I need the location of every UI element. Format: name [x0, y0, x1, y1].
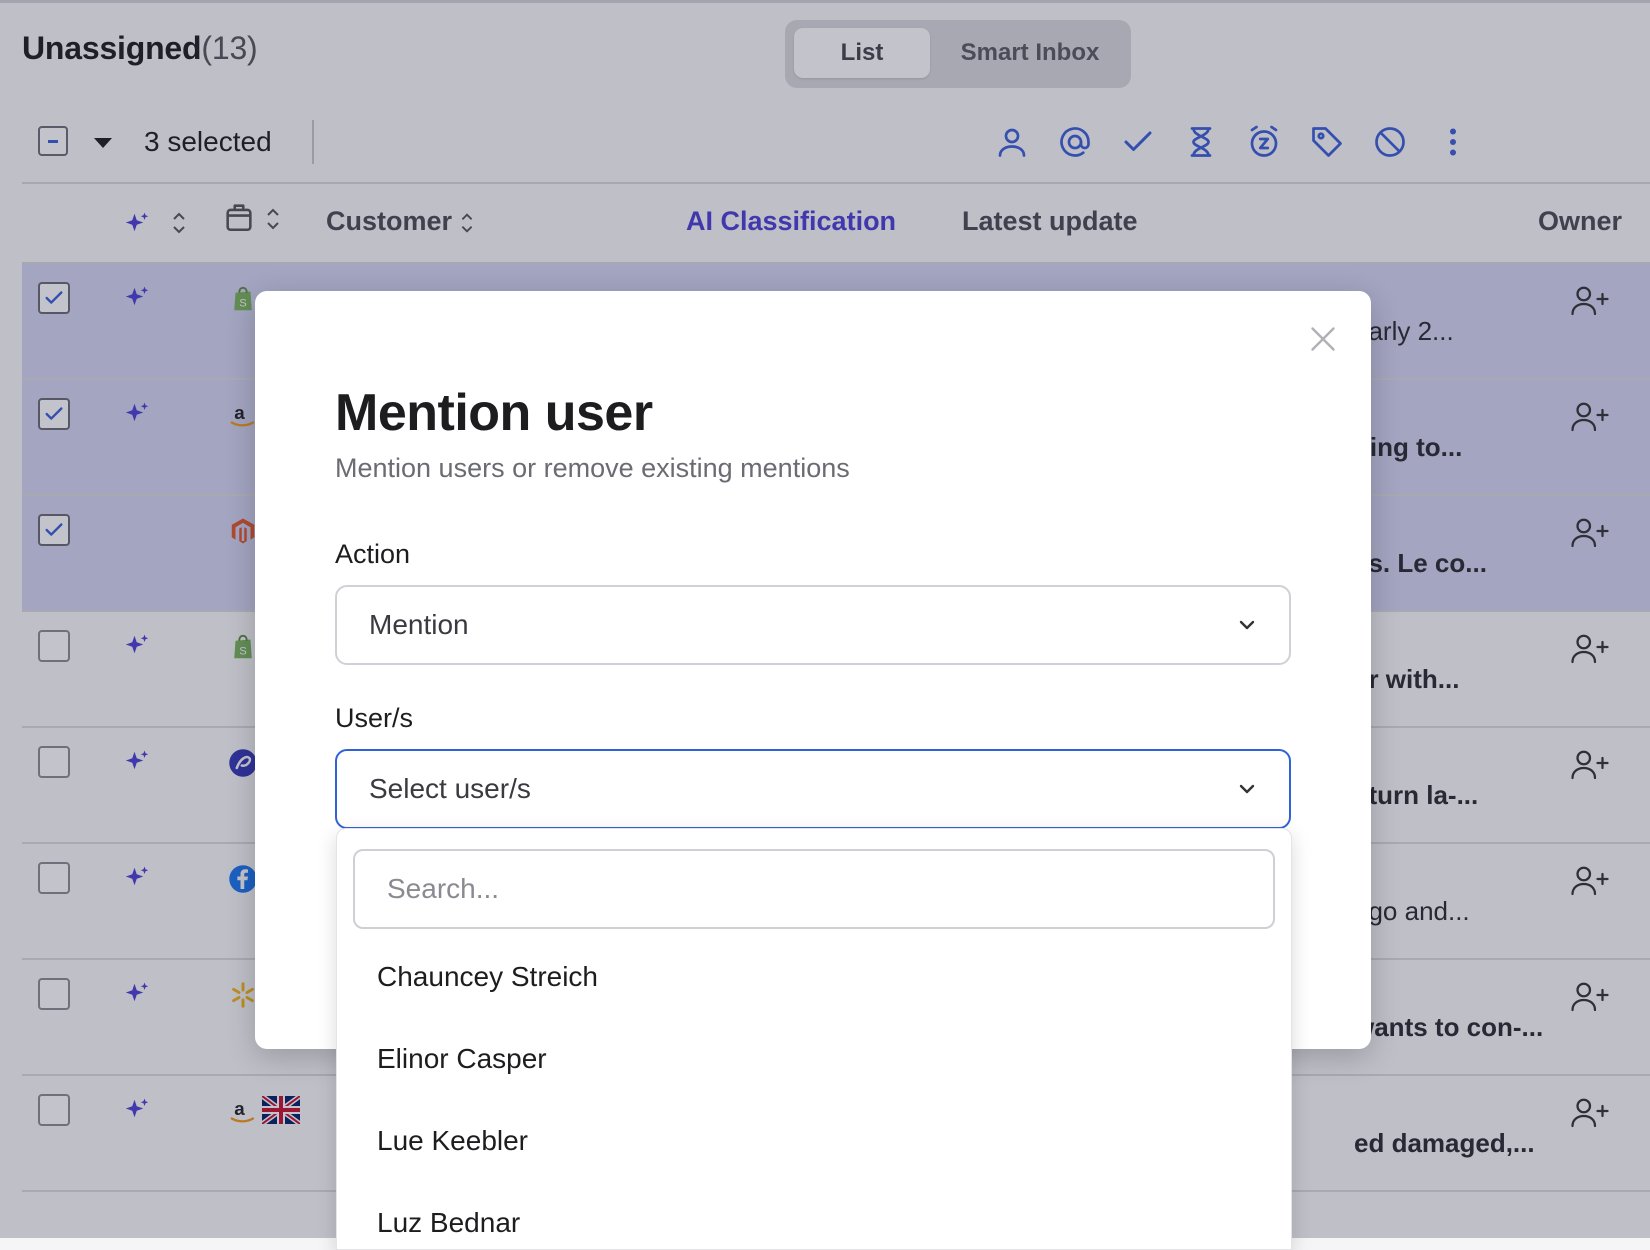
action-select[interactable]: Mention	[335, 585, 1291, 665]
user-search-input[interactable]	[353, 849, 1275, 929]
user-option[interactable]: Luz Bednar	[377, 1207, 520, 1239]
action-select-value: Mention	[369, 609, 469, 640]
dialog-subtitle: Mention users or remove existing mention…	[335, 453, 850, 483]
chevron-down-icon	[1239, 784, 1255, 794]
user-option[interactable]: Lue Keebler	[377, 1125, 528, 1157]
users-select[interactable]: Select user/s	[335, 749, 1291, 829]
users-label: User/s	[335, 703, 414, 733]
users-select-placeholder: Select user/s	[369, 773, 531, 804]
close-icon[interactable]	[1305, 321, 1341, 357]
dialog-title: Mention user	[335, 384, 653, 442]
user-option[interactable]: Chauncey Streich	[377, 961, 598, 993]
chevron-down-icon	[1239, 620, 1255, 630]
users-dropdown-panel: Chauncey Streich Elinor Casper Lue Keebl…	[336, 828, 1292, 1250]
user-option[interactable]: Elinor Casper	[377, 1043, 547, 1075]
action-label: Action	[335, 539, 411, 569]
